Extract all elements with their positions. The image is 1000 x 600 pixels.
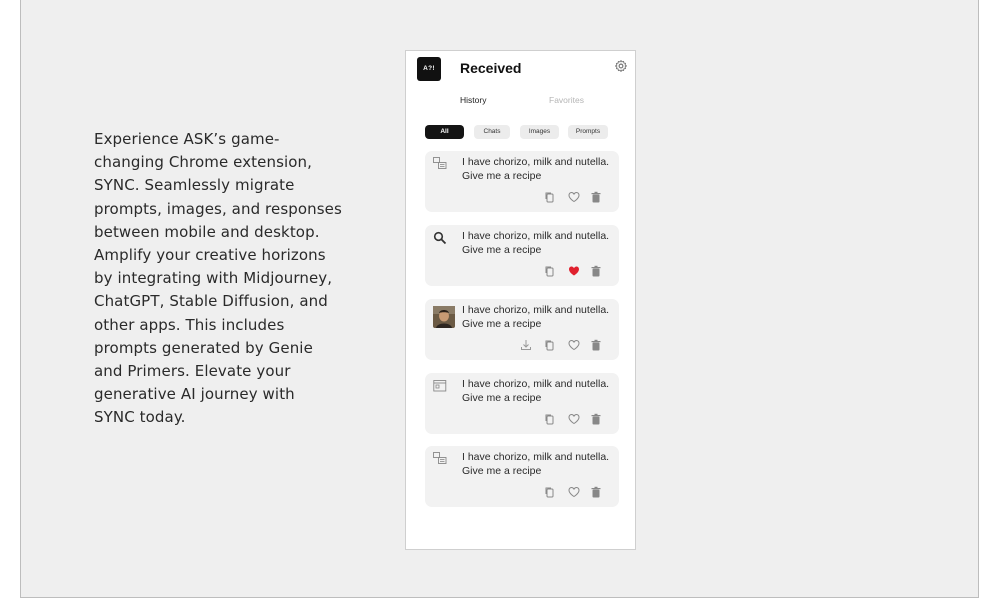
item-text: I have chorizo, milk and nutella. Give m… — [462, 451, 610, 477]
heart-icon[interactable] — [568, 486, 580, 498]
chat-icon — [433, 157, 447, 169]
page-title: Received — [460, 60, 522, 76]
copy-icon[interactable] — [544, 486, 556, 498]
app-logo: A?! — [417, 57, 441, 81]
image-thumbnail — [433, 306, 455, 328]
slide-background: Experience ASK’s game- changing Chrome e… — [20, 0, 979, 598]
heart-icon[interactable] — [568, 413, 580, 425]
copy-icon[interactable] — [544, 339, 556, 351]
filter-images[interactable]: Images — [520, 125, 559, 139]
heart-icon[interactable] — [568, 191, 580, 203]
download-icon[interactable] — [520, 339, 532, 351]
gear-icon[interactable] — [614, 59, 628, 73]
history-item[interactable]: I have chorizo, milk and nutella. Give m… — [425, 151, 619, 212]
history-item[interactable]: I have chorizo, milk and nutella. Give m… — [425, 225, 619, 286]
history-item[interactable]: I have chorizo, milk and nutella. Give m… — [425, 446, 619, 507]
filter-prompts[interactable]: Prompts — [568, 125, 608, 139]
trash-icon[interactable] — [590, 265, 602, 277]
item-text: I have chorizo, milk and nutella. Give m… — [462, 156, 610, 182]
history-item[interactable]: I have chorizo, milk and nutella. Give m… — [425, 373, 619, 434]
extension-panel: A?! Received History Favorites All Chats… — [405, 50, 636, 550]
search-icon — [433, 231, 447, 245]
panel-header: A?! Received — [406, 51, 635, 85]
trash-icon[interactable] — [590, 339, 602, 351]
prompt-icon — [433, 380, 447, 392]
copy-icon[interactable] — [544, 413, 556, 425]
trash-icon[interactable] — [590, 486, 602, 498]
copy-icon[interactable] — [544, 191, 556, 203]
item-text: I have chorizo, milk and nutella. Give m… — [462, 230, 610, 256]
item-text: I have chorizo, milk and nutella. Give m… — [462, 304, 610, 330]
filter-all[interactable]: All — [425, 125, 464, 139]
heart-icon[interactable] — [568, 339, 580, 351]
filter-chats[interactable]: Chats — [474, 125, 510, 139]
tab-history[interactable]: History — [460, 95, 486, 105]
item-text: I have chorizo, milk and nutella. Give m… — [462, 378, 610, 404]
history-item[interactable]: I have chorizo, milk and nutella. Give m… — [425, 299, 619, 360]
feature-description: Experience ASK’s game- changing Chrome e… — [94, 130, 342, 427]
trash-icon[interactable] — [590, 413, 602, 425]
trash-icon[interactable] — [590, 191, 602, 203]
chat-icon — [433, 452, 447, 464]
tab-favorites[interactable]: Favorites — [549, 95, 584, 105]
copy-icon[interactable] — [544, 265, 556, 277]
heart-filled-icon[interactable] — [568, 265, 580, 277]
